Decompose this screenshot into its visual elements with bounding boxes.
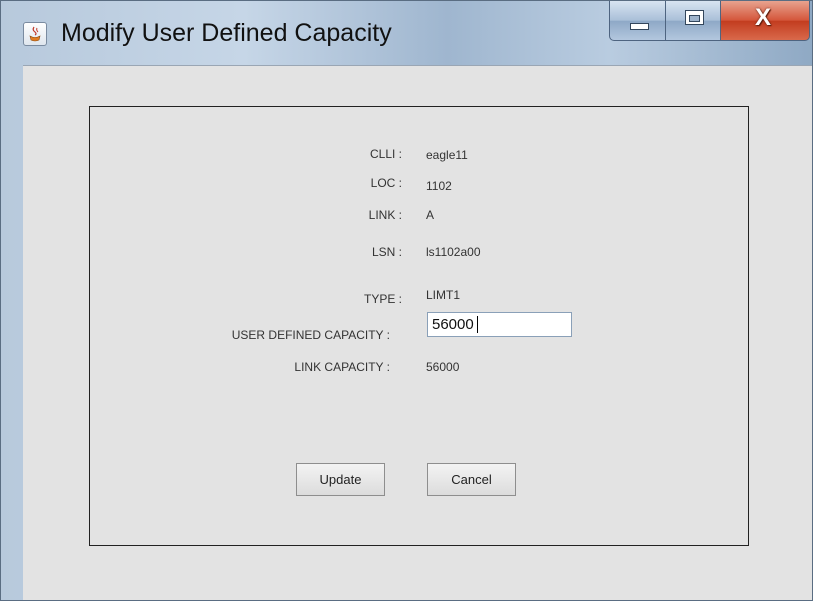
clli-value: eagle11 [426,148,468,162]
text-cursor [477,316,478,333]
minimize-icon [630,23,649,30]
user-defined-capacity-label: USER DEFINED CAPACITY : [231,328,390,342]
close-icon: X [755,4,772,31]
title-bar[interactable]: Modify User Defined Capacity X [1,1,812,65]
form-panel: CLLI : eagle11 LOC : 1102 LINK : A LSN :… [89,106,749,546]
user-defined-capacity-input[interactable] [427,312,572,337]
link-capacity-label: LINK CAPACITY : [294,360,390,374]
update-button[interactable]: Update [296,463,385,496]
dialog-window: Modify User Defined Capacity X CLLI : ea… [0,0,813,601]
lsn-value: ls1102a00 [426,245,481,259]
link-capacity-value: 56000 [426,360,460,374]
close-button[interactable]: X [720,1,810,41]
maximize-icon [685,10,704,25]
cancel-button[interactable]: Cancel [427,463,516,496]
java-app-icon[interactable] [23,22,47,46]
link-value: A [426,208,435,222]
type-value: LIMT1 [426,288,461,302]
clli-label: CLLI : [369,147,402,161]
type-label: TYPE : [363,292,402,306]
loc-label: LOC : [370,176,402,190]
window-title: Modify User Defined Capacity [61,19,392,47]
dialog-content: CLLI : eagle11 LOC : 1102 LINK : A LSN :… [23,65,812,600]
maximize-button[interactable] [665,1,721,41]
minimize-button[interactable] [609,1,666,41]
loc-value: 1102 [426,179,452,193]
lsn-label: LSN : [371,245,402,259]
link-label: LINK : [368,208,402,222]
